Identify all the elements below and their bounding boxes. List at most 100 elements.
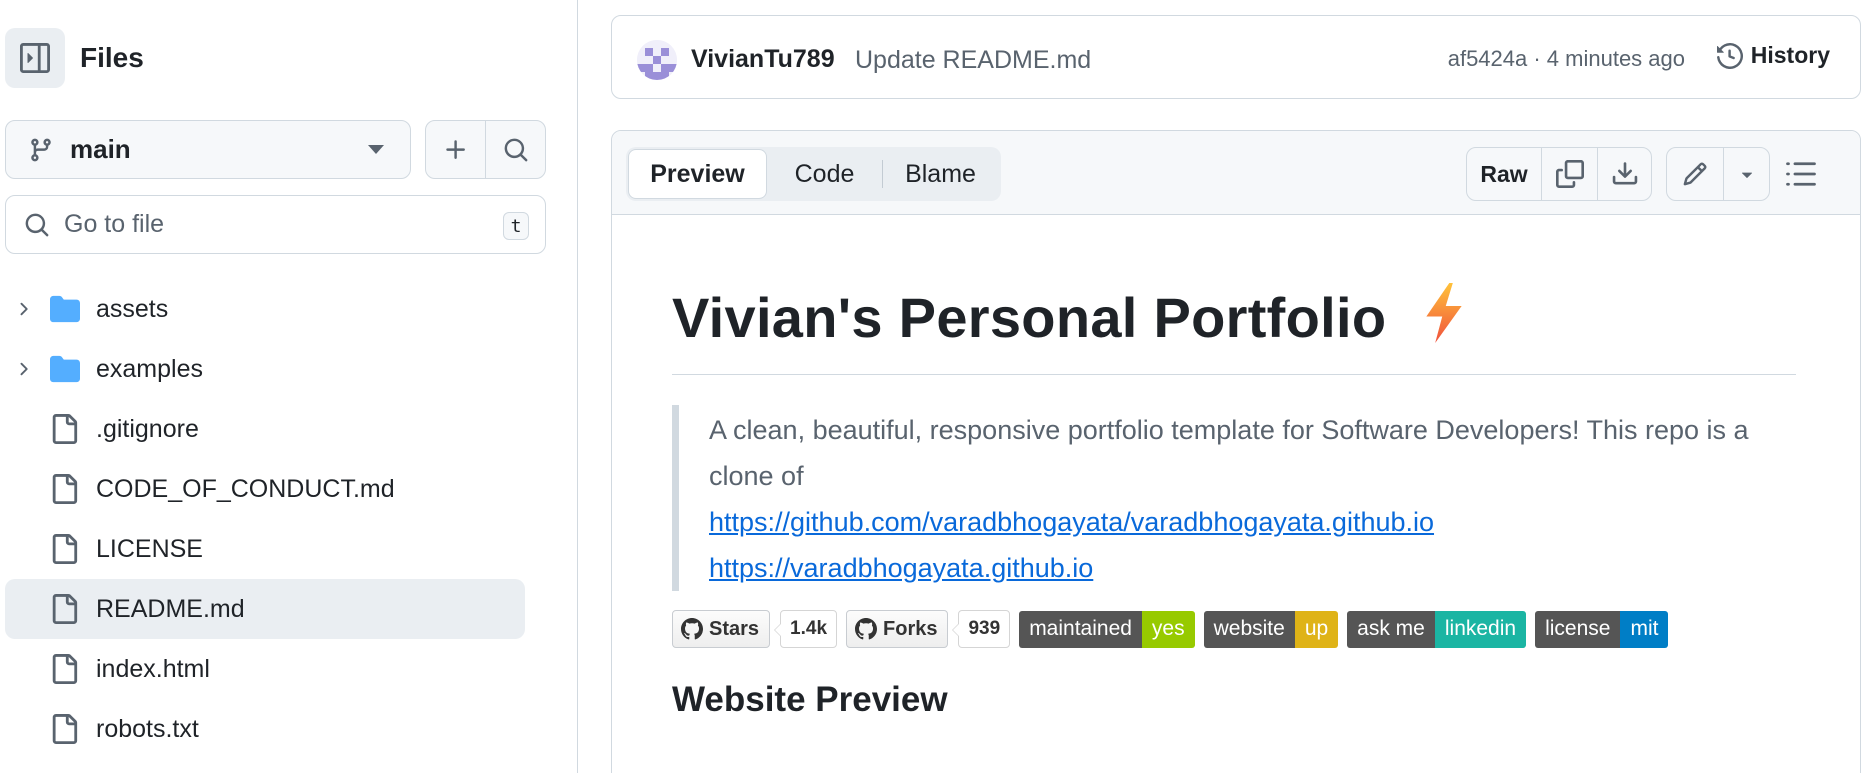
file-viewer: Preview Code Blame Raw Vivian's Personal… xyxy=(611,130,1861,773)
edit-actions-group xyxy=(1666,147,1770,201)
blockquote-text: A clean, beautiful, responsive portfolio… xyxy=(709,415,1749,491)
badge-value: linkedin xyxy=(1434,610,1527,648)
readme-blockquote: A clean, beautiful, responsive portfolio… xyxy=(672,405,1796,591)
triangle-down-icon xyxy=(1741,172,1752,178)
files-title: Files xyxy=(80,42,144,73)
badge-label: website xyxy=(1203,610,1295,648)
tree-item-label: CODE_OF_CONDUCT.md xyxy=(96,475,395,503)
copy-raw-button[interactable] xyxy=(1541,148,1597,200)
history-icon xyxy=(1716,42,1743,69)
badge-label: ask me xyxy=(1347,610,1435,648)
tree-item-examples[interactable]: examples xyxy=(5,339,525,399)
commit-hash-time[interactable]: af5424a · 4 minutes ago xyxy=(1448,46,1685,72)
github-forks-badge[interactable]: Forks xyxy=(846,610,949,648)
tree-item-assets[interactable]: assets xyxy=(5,279,525,339)
badge-label: maintained xyxy=(1019,610,1142,648)
site-link[interactable]: https://varadbhogayata.github.io xyxy=(709,545,1796,591)
readme-title-text: Vivian's Personal Portfolio xyxy=(672,286,1387,349)
folder-icon xyxy=(50,295,80,323)
plus-icon xyxy=(445,139,465,159)
file-actions-group: Raw xyxy=(1466,147,1652,201)
tree-item-gitignore[interactable]: .gitignore xyxy=(5,399,525,459)
add-file-button[interactable] xyxy=(426,121,485,178)
github-mark-icon xyxy=(855,618,878,640)
file-tree-sidebar: Files main Go to file t assets examples xyxy=(0,0,578,773)
folder-icon xyxy=(50,355,80,383)
pencil-icon xyxy=(1683,162,1707,186)
chevron-right-icon[interactable] xyxy=(13,359,33,379)
github-mark-icon xyxy=(681,618,703,640)
stars-count[interactable]: 1.4k xyxy=(774,610,838,648)
stars-label: Stars xyxy=(709,617,760,640)
go-to-file-placeholder: Go to file xyxy=(64,210,165,238)
go-to-file-input[interactable]: Go to file t xyxy=(5,195,546,254)
repo-clone-link[interactable]: https://github.com/varadbhogayata/varadb… xyxy=(709,499,1796,545)
badge-label: license xyxy=(1535,610,1621,648)
commit-message-link[interactable]: Update README.md xyxy=(855,46,1091,75)
edit-file-button[interactable] xyxy=(1667,148,1723,200)
file-icon xyxy=(52,474,78,504)
search-icon xyxy=(25,213,49,236)
tree-item-label: robots.txt xyxy=(96,715,199,743)
search-icon xyxy=(504,138,527,161)
history-label: History xyxy=(1750,42,1830,68)
view-mode-tabs: Preview Code Blame xyxy=(626,147,1001,201)
tree-item-code-of-conduct[interactable]: CODE_OF_CONDUCT.md xyxy=(5,459,525,519)
branch-name: main xyxy=(70,134,131,164)
outline-list-icon[interactable] xyxy=(1786,161,1816,187)
history-button[interactable]: History xyxy=(1716,42,1830,69)
file-icon xyxy=(52,714,78,744)
section-heading: Website Preview xyxy=(672,680,948,719)
file-tree: assets examples .gitignore CODE_OF_CONDU… xyxy=(0,279,530,759)
branch-selector-button[interactable]: main xyxy=(5,120,411,179)
file-icon xyxy=(52,414,78,444)
commit-author-link[interactable]: VivianTu789 xyxy=(691,45,835,74)
badge-value: up xyxy=(1294,610,1339,648)
identicon-avatar xyxy=(637,40,677,80)
github-stars-badge[interactable]: Stars xyxy=(672,610,771,648)
tree-item-label: .gitignore xyxy=(96,415,199,443)
git-branch-icon xyxy=(31,138,51,161)
download-button[interactable] xyxy=(1597,148,1651,200)
keyboard-shortcut-hint: t xyxy=(503,212,529,240)
website-badge[interactable]: website up xyxy=(1203,610,1339,648)
readme-title: Vivian's Personal Portfolio xyxy=(672,283,1466,350)
file-icon xyxy=(52,534,78,564)
tab-preview[interactable]: Preview xyxy=(628,149,767,199)
tree-item-robots-txt[interactable]: robots.txt xyxy=(5,699,525,759)
avatar[interactable] xyxy=(637,40,677,80)
download-icon xyxy=(1612,162,1637,185)
tree-item-label: assets xyxy=(96,295,169,323)
tree-item-label: LICENSE xyxy=(96,535,203,563)
tree-actions xyxy=(425,120,546,179)
collapse-sidebar-button[interactable] xyxy=(5,28,65,88)
license-badge[interactable]: license mit xyxy=(1535,610,1669,648)
forks-label: Forks xyxy=(883,617,938,640)
forks-count[interactable]: 939 xyxy=(952,610,1011,648)
edit-options-dropdown[interactable] xyxy=(1723,148,1769,200)
tab-blame[interactable]: Blame xyxy=(883,149,998,199)
copy-icon xyxy=(1555,160,1584,188)
tab-code[interactable]: Code xyxy=(767,149,882,199)
tree-item-index-html[interactable]: index.html xyxy=(5,639,525,699)
tree-item-readme[interactable]: README.md xyxy=(5,579,525,639)
badge-value: mit xyxy=(1620,610,1669,648)
sidebar-collapse-icon xyxy=(20,43,50,73)
title-divider xyxy=(672,374,1796,375)
tree-item-label: examples xyxy=(96,355,203,383)
maintained-badge[interactable]: maintained yes xyxy=(1019,610,1195,648)
search-files-button[interactable] xyxy=(485,121,545,178)
tree-item-label: index.html xyxy=(96,655,210,683)
lightning-bolt-icon xyxy=(1426,283,1462,343)
file-icon xyxy=(52,654,78,684)
tree-item-label: README.md xyxy=(96,595,245,623)
tree-item-license[interactable]: LICENSE xyxy=(5,519,525,579)
badge-value: yes xyxy=(1141,610,1195,648)
badge-row: Stars 1.4k Forks 939 maintained yes webs… xyxy=(672,610,1669,648)
file-icon xyxy=(52,594,78,624)
chevron-down-icon xyxy=(368,145,384,154)
raw-button[interactable]: Raw xyxy=(1467,148,1541,200)
linkedin-badge[interactable]: ask me linkedin xyxy=(1347,610,1527,648)
file-viewer-header: Preview Code Blame Raw xyxy=(612,131,1860,215)
chevron-right-icon[interactable] xyxy=(13,299,33,319)
